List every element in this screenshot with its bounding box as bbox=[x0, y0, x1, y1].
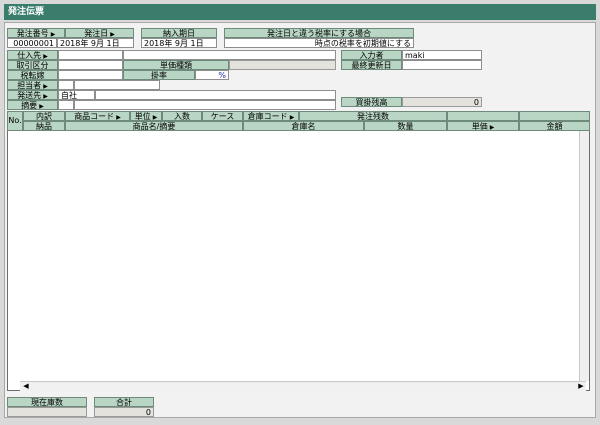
chevron-right-icon: ▶ bbox=[110, 31, 115, 38]
staff-label: 担当者 bbox=[17, 81, 42, 90]
staff-code-field[interactable] bbox=[58, 80, 74, 90]
col-product-name: 商品名/摘要 bbox=[65, 121, 243, 131]
col-delivery: 納品 bbox=[23, 121, 65, 131]
tax-rate-label: 発注日と違う税率にする場合 bbox=[224, 28, 414, 38]
memo-label-button[interactable]: 摘要 ▶ bbox=[7, 100, 58, 110]
order-date-field[interactable]: 2018年 9月 1日 bbox=[57, 38, 134, 48]
order-no-label: 発注番号 bbox=[16, 29, 49, 38]
deal-type-label: 取引区分 bbox=[7, 60, 58, 70]
order-date-label-button[interactable]: 発注日 ▶ bbox=[65, 28, 134, 38]
col-warehouse-code-button[interactable]: 倉庫コード ▶ bbox=[243, 111, 299, 121]
rate-field[interactable]: % bbox=[195, 70, 229, 80]
entered-by-label: 入力者 bbox=[341, 50, 402, 60]
tax-rate-field[interactable]: 時点の税率を初期値にする bbox=[224, 38, 414, 48]
total-field: 0 bbox=[94, 407, 154, 417]
staff-name-field[interactable] bbox=[74, 80, 160, 90]
payable-balance-label: 買掛残高 bbox=[341, 97, 402, 107]
tax-transfer-label: 税転嫁 bbox=[7, 70, 58, 80]
ship-to-label-button[interactable]: 発送先 ▶ bbox=[7, 90, 58, 100]
order-no-field[interactable]: 00000001 bbox=[7, 38, 57, 48]
memo-label: 摘要 bbox=[21, 101, 38, 110]
due-date-label: 納入期日 bbox=[141, 28, 217, 38]
col-quantity: 数量 bbox=[364, 121, 447, 131]
chevron-right-icon: ▶ bbox=[43, 53, 48, 60]
col-product-code: 商品コード bbox=[74, 112, 115, 121]
last-updated-field bbox=[402, 60, 482, 70]
ship-to-name-field[interactable] bbox=[95, 90, 336, 100]
col-blank-2 bbox=[519, 111, 590, 121]
grid-horizontal-scrollbar[interactable] bbox=[20, 381, 586, 391]
col-detail: 内訳 bbox=[23, 111, 65, 121]
supplier-label-button[interactable]: 仕入先 ▶ bbox=[7, 50, 58, 60]
staff-label-button[interactable]: 担当者 ▶ bbox=[7, 80, 58, 90]
chevron-right-icon: ▶ bbox=[43, 83, 48, 90]
chevron-right-icon: ▶ bbox=[116, 114, 121, 121]
ship-to-field[interactable]: 自社 bbox=[58, 90, 95, 100]
col-no: No. bbox=[7, 111, 23, 131]
rate-label: 掛率 bbox=[123, 70, 195, 80]
stock-field bbox=[7, 407, 87, 417]
grid-vertical-scrollbar[interactable] bbox=[579, 131, 589, 381]
stock-label: 現在庫数 bbox=[7, 397, 87, 407]
order-no-label-button[interactable]: 発注番号 ▶ bbox=[7, 28, 65, 38]
scroll-right-icon[interactable]: ▶ bbox=[576, 381, 586, 391]
chevron-right-icon: ▶ bbox=[43, 93, 48, 100]
ship-to-label: 発送先 bbox=[17, 91, 42, 100]
deal-type-field[interactable] bbox=[58, 60, 123, 70]
col-unit-button[interactable]: 単位 ▶ bbox=[130, 111, 162, 121]
price-type-label: 単価種類 bbox=[123, 60, 229, 70]
col-blank-1 bbox=[447, 111, 519, 121]
col-price-button[interactable]: 単価 ▶ bbox=[447, 121, 519, 131]
col-qty-per: 入数 bbox=[162, 111, 202, 121]
payable-balance-field: 0 bbox=[402, 97, 482, 107]
chevron-right-icon: ▶ bbox=[39, 103, 44, 110]
scroll-left-icon[interactable]: ◀ bbox=[21, 381, 31, 391]
due-date-field[interactable]: 2018年 9月 1日 bbox=[141, 38, 217, 48]
chevron-right-icon: ▶ bbox=[152, 114, 158, 121]
col-order-remaining: 発注残数 bbox=[299, 111, 447, 121]
total-label: 合計 bbox=[94, 397, 154, 407]
memo-field[interactable] bbox=[74, 100, 336, 110]
supplier-code-field[interactable] bbox=[58, 50, 123, 60]
col-warehouse-name: 倉庫名 bbox=[243, 121, 364, 131]
col-case: ケース bbox=[202, 111, 243, 121]
memo-code-field[interactable] bbox=[58, 100, 74, 110]
col-warehouse-code: 倉庫コード bbox=[247, 112, 288, 121]
detail-grid[interactable] bbox=[7, 111, 590, 391]
supplier-label: 仕入先 bbox=[17, 51, 42, 60]
last-updated-label: 最終更新日 bbox=[341, 60, 402, 70]
tax-transfer-field[interactable] bbox=[58, 70, 123, 80]
window-title: 発注伝票 bbox=[4, 4, 596, 20]
order-date-label: 発注日 bbox=[84, 29, 109, 38]
chevron-right-icon: ▶ bbox=[489, 124, 495, 131]
chevron-right-icon: ▶ bbox=[50, 31, 56, 38]
supplier-name-field[interactable] bbox=[123, 50, 336, 60]
col-price: 単価 bbox=[471, 122, 488, 131]
col-unit: 単位 bbox=[134, 112, 151, 121]
entered-by-field: maki bbox=[402, 50, 482, 60]
price-type-field bbox=[229, 60, 336, 70]
col-product-code-button[interactable]: 商品コード ▶ bbox=[65, 111, 130, 121]
chevron-right-icon: ▶ bbox=[289, 114, 295, 121]
col-amount: 金額 bbox=[519, 121, 590, 131]
